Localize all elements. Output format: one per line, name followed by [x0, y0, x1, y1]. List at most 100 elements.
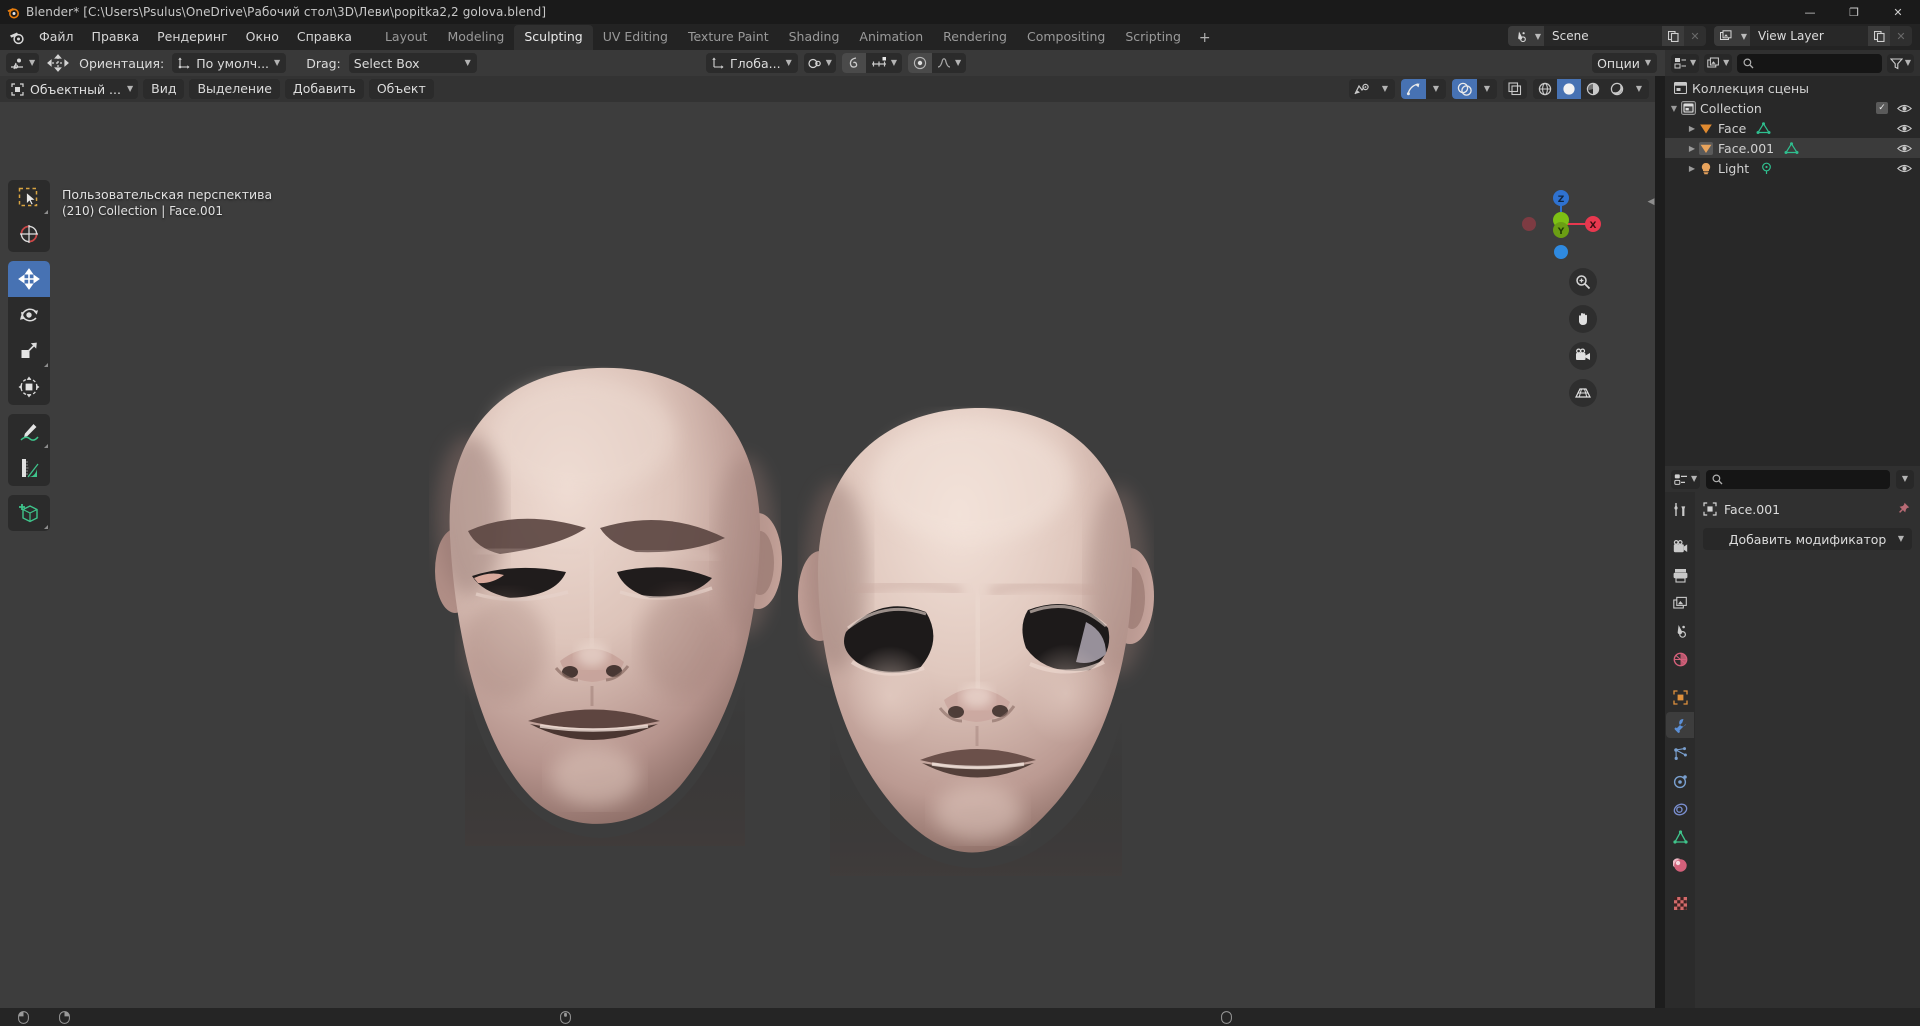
- rendered-shading-button[interactable]: [1605, 79, 1629, 99]
- scene-chevron-down-icon[interactable]: ▼: [1532, 26, 1544, 46]
- snap-chevron-down-icon[interactable]: ▼: [891, 59, 897, 67]
- workspace-tab-modeling[interactable]: Modeling: [437, 25, 514, 50]
- view-layer-name[interactable]: View Layer: [1750, 26, 1868, 46]
- properties-tab-particles[interactable]: [1666, 740, 1694, 766]
- show-overlays-toggle[interactable]: [1452, 79, 1477, 99]
- toggle-xray-button[interactable]: [1503, 79, 1527, 99]
- outliner-item-collection[interactable]: ▼ Collection ✓: [1665, 98, 1920, 118]
- tool-cursor[interactable]: [8, 216, 50, 252]
- properties-tab-material[interactable]: [1666, 852, 1694, 878]
- remove-view-layer-button[interactable]: ✕: [1890, 26, 1912, 46]
- add-modifier-chevron-down-icon[interactable]: ▼: [1898, 535, 1904, 543]
- pivot-chevron-down-icon[interactable]: ▼: [826, 59, 832, 67]
- unlink-scene-button[interactable]: ✕: [1684, 26, 1706, 46]
- menu-window[interactable]: Окно: [237, 27, 288, 47]
- snap-target-dropdown[interactable]: ▼: [866, 53, 902, 73]
- properties-tab-constraints[interactable]: [1666, 796, 1694, 822]
- tool-transform[interactable]: [8, 369, 50, 405]
- add-workspace-button[interactable]: +: [1191, 26, 1219, 50]
- filter-chevron-down-icon[interactable]: ▼: [1905, 59, 1911, 67]
- orientation-dropdown[interactable]: По умолч... ▼: [172, 53, 287, 73]
- proportional-edit-toggle[interactable]: [908, 53, 933, 73]
- close-button[interactable]: ✕: [1876, 0, 1920, 24]
- blender-menu-icon[interactable]: [4, 24, 30, 50]
- properties-tab-texture[interactable]: [1666, 890, 1694, 916]
- zoom-icon[interactable]: [1569, 268, 1597, 296]
- tool-rotate[interactable]: [8, 297, 50, 333]
- view-layer-chevron-down-icon[interactable]: ▼: [1738, 26, 1750, 46]
- workspace-tab-shading[interactable]: Shading: [779, 25, 850, 50]
- visibility-chevron-down-icon[interactable]: ▼: [1375, 79, 1395, 99]
- minimize-button[interactable]: —: [1788, 0, 1832, 24]
- transform-orientation-chevron-down-icon[interactable]: ▼: [786, 59, 792, 67]
- collection-visibility-eye-icon[interactable]: [1897, 103, 1912, 114]
- properties-tab-scene[interactable]: [1666, 618, 1694, 644]
- workspace-tab-rendering[interactable]: Rendering: [933, 25, 1017, 50]
- mode-chevron-down-icon[interactable]: ▼: [127, 85, 133, 93]
- menu-edit[interactable]: Правка: [83, 27, 149, 47]
- grid-ortho-icon[interactable]: [1569, 379, 1597, 407]
- tool-scale[interactable]: [8, 333, 50, 369]
- properties-tab-tool[interactable]: [1666, 496, 1694, 522]
- camera-icon[interactable]: [1569, 342, 1597, 370]
- orientation-chevron-down-icon[interactable]: ▼: [274, 59, 280, 67]
- 3d-viewport[interactable]: Объектный ... ▼ Вид Выделение Добавить О…: [0, 76, 1655, 1008]
- properties-options-chevron-down-icon[interactable]: ▼: [1902, 475, 1908, 483]
- active-tool-chevron-down-icon[interactable]: ▼: [29, 59, 35, 67]
- options-chevron-down-icon[interactable]: ▼: [1645, 59, 1651, 67]
- properties-tab-world[interactable]: [1666, 646, 1694, 672]
- outliner-item-light[interactable]: ▶ Light: [1665, 158, 1920, 178]
- collection-checkbox[interactable]: ✓: [1876, 102, 1888, 114]
- properties-breadcrumb-object-name[interactable]: Face.001: [1724, 502, 1780, 517]
- properties-editor-type-button[interactable]: ▼: [1671, 469, 1701, 489]
- outliner-display-mode-button[interactable]: ▼: [1704, 53, 1733, 73]
- properties-search-input[interactable]: [1706, 469, 1890, 489]
- properties-tab-view-layer[interactable]: [1666, 590, 1694, 616]
- viewport-menu-add[interactable]: Добавить: [284, 79, 364, 99]
- face-disclosure-triangle-icon[interactable]: ▶: [1687, 124, 1697, 133]
- workspace-tab-layout[interactable]: Layout: [375, 25, 438, 50]
- face-001-mesh-data-icon[interactable]: [1784, 141, 1799, 155]
- pin-id-icon[interactable]: [1896, 502, 1910, 516]
- snap-toggle-button[interactable]: [841, 53, 866, 73]
- new-view-layer-button[interactable]: [1868, 26, 1890, 46]
- outliner-search-input[interactable]: [1737, 53, 1882, 73]
- hand-pan-icon[interactable]: [1569, 305, 1597, 333]
- shading-chevron-down-icon[interactable]: ▼: [1629, 79, 1649, 99]
- overlays-chevron-down-icon[interactable]: ▼: [1477, 79, 1497, 99]
- viewport-menu-select[interactable]: Выделение: [189, 79, 280, 99]
- face-visibility-eye-icon[interactable]: [1897, 123, 1912, 134]
- light-visibility-eye-icon[interactable]: [1897, 163, 1912, 174]
- properties-tab-object-data[interactable]: [1666, 824, 1694, 850]
- outliner-item-face-001[interactable]: ▶ Face.001: [1665, 138, 1920, 158]
- properties-tab-output[interactable]: [1666, 562, 1694, 588]
- view-layer-selector[interactable]: ▼ View Layer ✕: [1714, 26, 1912, 46]
- viewport-menu-view[interactable]: Вид: [143, 79, 185, 99]
- outliner-display-chevron-down-icon[interactable]: ▼: [1723, 59, 1729, 67]
- properties-tab-modifier[interactable]: [1666, 712, 1694, 738]
- add-modifier-button[interactable]: Добавить модификатор ▼: [1703, 528, 1912, 550]
- menu-file[interactable]: Файл: [30, 27, 83, 47]
- options-dropdown[interactable]: Опции ▼: [1592, 53, 1657, 73]
- face-001-visibility-eye-icon[interactable]: [1897, 143, 1912, 154]
- tool-tweak-select-box[interactable]: [8, 180, 50, 216]
- maximize-button[interactable]: ❐: [1832, 0, 1876, 24]
- face-001-disclosure-triangle-icon[interactable]: ▶: [1687, 144, 1697, 153]
- workspace-tab-sculpting[interactable]: Sculpting: [514, 25, 593, 50]
- wireframe-shading-button[interactable]: [1533, 79, 1557, 99]
- properties-tab-render[interactable]: [1666, 534, 1694, 560]
- menu-help[interactable]: Справка: [288, 27, 361, 47]
- properties-editor-chevron-down-icon[interactable]: ▼: [1691, 475, 1697, 483]
- tool-measure[interactable]: [8, 450, 50, 486]
- sidebar-collapse-arrow[interactable]: ◀: [1646, 194, 1655, 210]
- face-mesh-data-icon[interactable]: [1756, 121, 1771, 135]
- drag-chevron-down-icon[interactable]: ▼: [465, 59, 471, 67]
- outliner-filter-button[interactable]: ▼: [1886, 53, 1914, 73]
- outliner-editor-type-button[interactable]: ▼: [1671, 53, 1700, 73]
- workspace-tab-scripting[interactable]: Scripting: [1115, 25, 1191, 50]
- move-gizmo-icon[interactable]: [45, 53, 71, 73]
- pivot-point-dropdown[interactable]: ▼: [803, 53, 836, 73]
- gizmo-chevron-down-icon[interactable]: ▼: [1426, 79, 1446, 99]
- viewport-menu-object[interactable]: Объект: [368, 79, 434, 99]
- navigation-gizmo[interactable]: Z X Y: [1519, 182, 1603, 266]
